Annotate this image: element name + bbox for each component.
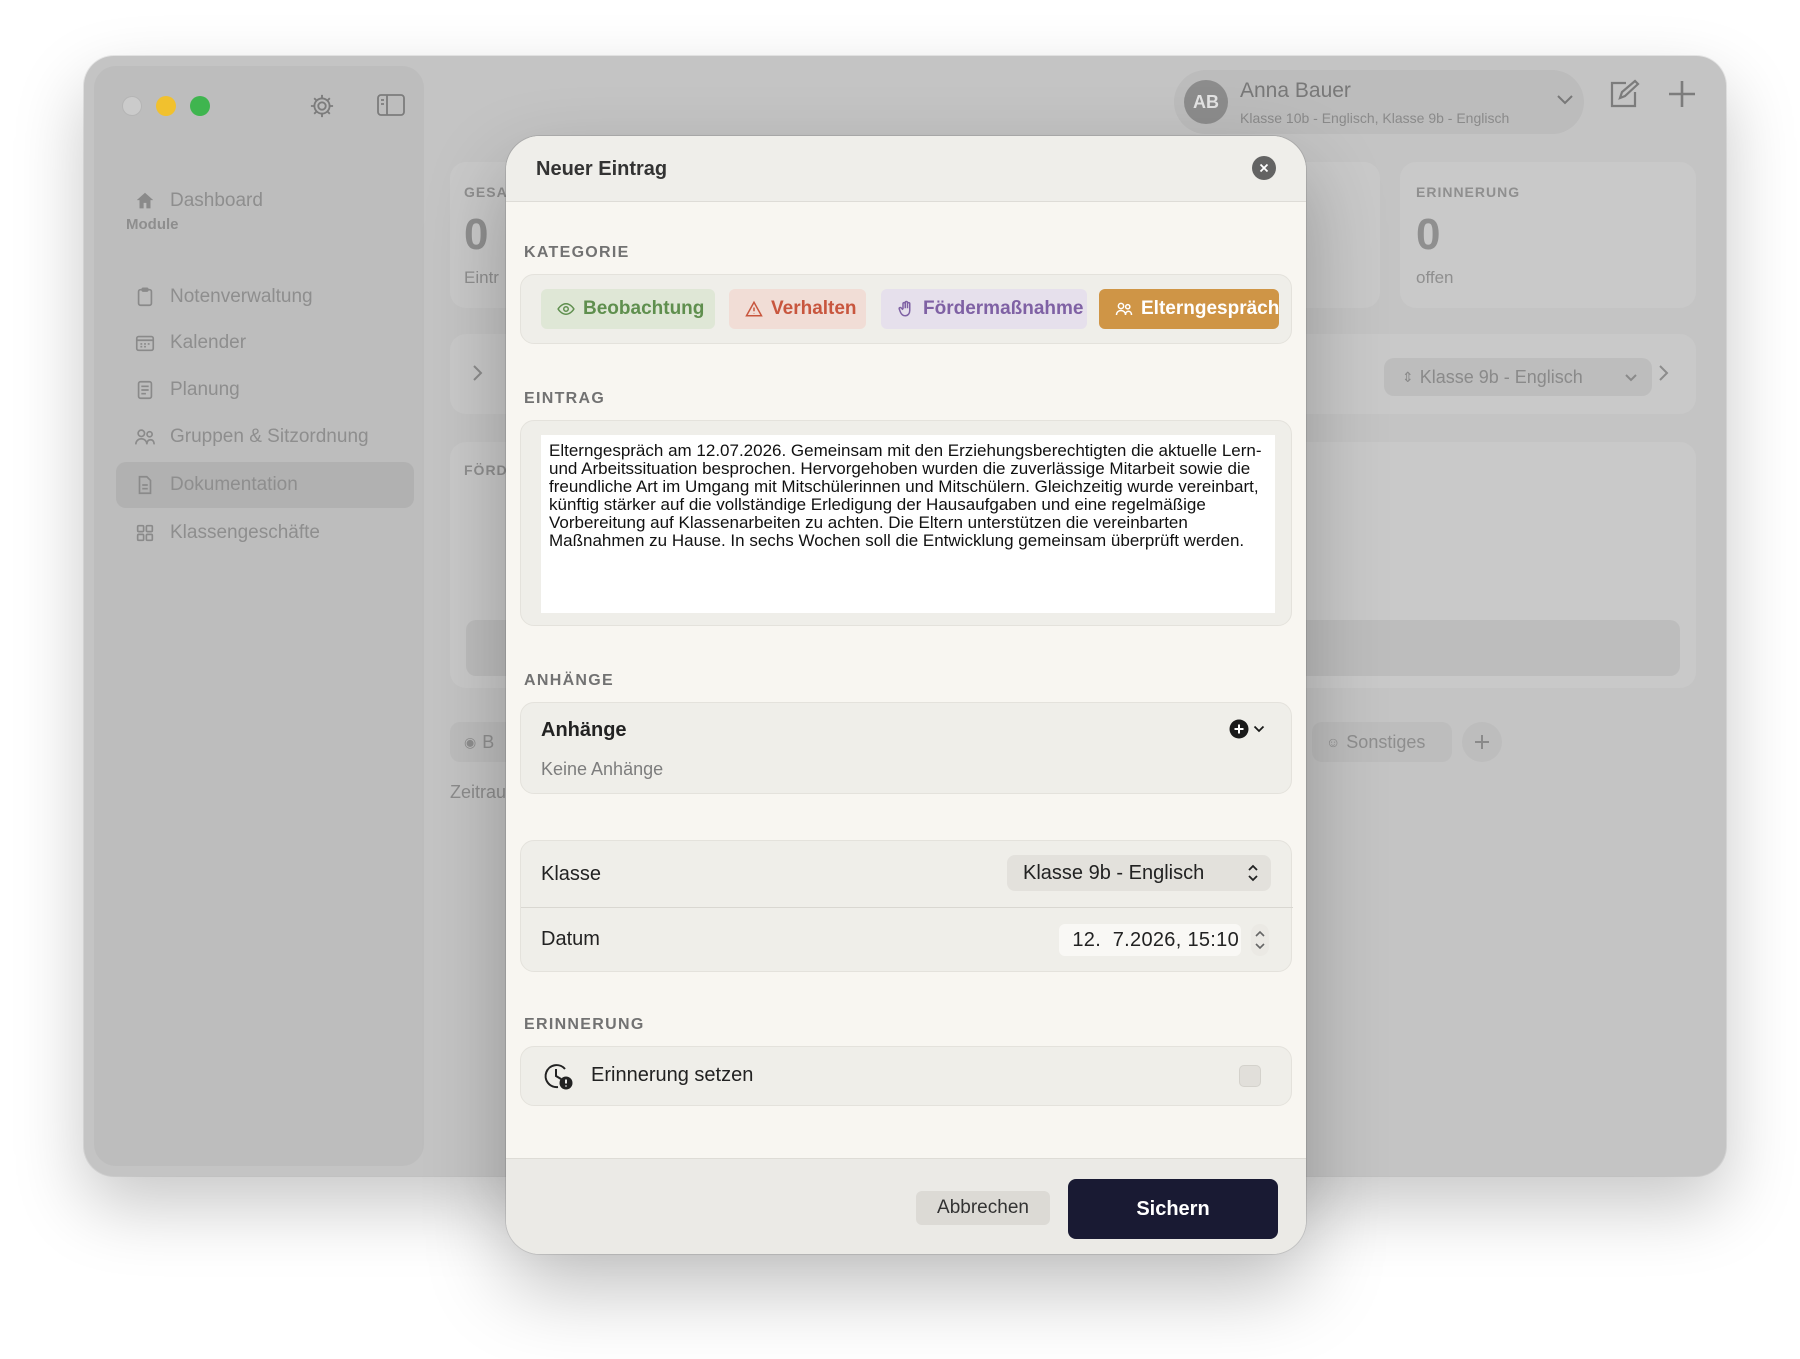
smile-icon: ☺ — [1326, 734, 1341, 750]
clock-alert-icon — [544, 1064, 573, 1090]
document-list-icon — [137, 380, 153, 400]
add-attachment-button[interactable] — [1229, 719, 1265, 739]
chevron-right-icon[interactable] — [1658, 364, 1670, 382]
compose-icon[interactable] — [1606, 78, 1640, 117]
sidebar-item-label: Klassengeschäfte — [170, 522, 320, 543]
window-zoom-button[interactable] — [190, 96, 210, 116]
entry-text-panel: Elterngespräch am 12.07.2026. Gemeinsam … — [520, 420, 1292, 626]
chevron-right-icon[interactable] — [472, 364, 484, 382]
people-icon — [135, 429, 155, 445]
sidebar-item-label: Kalender — [170, 332, 247, 353]
sidebar: Dashboard Module Notenverwaltung Kalende… — [94, 66, 424, 1166]
sidebar-item-notenverwaltung[interactable]: Notenverwaltung — [124, 274, 422, 320]
entry-textarea[interactable]: Elterngespräch am 12.07.2026. Gemeinsam … — [541, 435, 1275, 613]
chevron-down-icon — [1557, 95, 1573, 105]
datum-label: Datum — [541, 928, 600, 950]
plus-icon — [1475, 735, 1489, 749]
category-foerdermassnahme[interactable]: Fördermaßnahme — [881, 289, 1087, 329]
sidebar-item-label: Gruppen & Sitzordnung — [170, 426, 369, 447]
sidebar-section-label: Module — [126, 216, 179, 233]
user-classes: Klasse 10b - Englisch, Klasse 9b - Engli… — [1240, 110, 1510, 126]
chevron-down-icon — [1625, 374, 1637, 382]
people-icon — [1115, 302, 1133, 316]
set-reminder-checkbox[interactable] — [1239, 1065, 1261, 1087]
stat-card-reminder: ERINNERUNG 0 offen — [1400, 162, 1696, 308]
calendar-icon — [135, 335, 155, 352]
sidebar-item-dokumentation[interactable]: Dokumentation — [116, 462, 414, 508]
gear-icon[interactable] — [308, 92, 336, 125]
sidebar-item-gruppen[interactable]: Gruppen & Sitzordnung — [124, 414, 422, 460]
category-verhalten[interactable]: Verhalten — [729, 289, 866, 329]
add-filter-button[interactable] — [1462, 722, 1502, 762]
attachments-title: Anhänge — [541, 719, 627, 741]
erinnerung-section-label: ERINNERUNG — [524, 1016, 645, 1033]
window-close-button[interactable] — [122, 96, 142, 116]
document-icon — [138, 475, 152, 495]
sidebar-item-label: Planung — [170, 379, 240, 400]
eintrag-section-label: EINTRAG — [524, 390, 606, 407]
clipboard-icon — [137, 287, 153, 307]
anhaenge-section-label: ANHÄNGE — [524, 672, 614, 689]
sidebar-item-label: Dokumentation — [170, 474, 298, 495]
dialog-title: Neuer Eintrag — [536, 158, 668, 180]
grid-icon — [136, 524, 154, 542]
hand-icon — [898, 300, 911, 317]
category-beobachtung[interactable]: Beobachtung — [541, 289, 715, 329]
close-icon[interactable] — [1252, 156, 1276, 180]
dialog-header: Neuer Eintrag — [506, 136, 1306, 202]
set-reminder-label: Erinnerung setzen — [591, 1064, 754, 1086]
user-switcher[interactable]: AB Anna Bauer Klasse 10b - Englisch, Kla… — [1174, 70, 1584, 134]
date-stepper[interactable] — [1249, 923, 1271, 957]
attachments-panel: Anhänge Keine Anhänge — [520, 702, 1292, 794]
sidebar-item-label: Dashboard — [170, 190, 263, 211]
eye-icon: ◉ — [464, 733, 477, 750]
warning-icon — [745, 300, 763, 317]
filter-pill-sonstiges[interactable]: ☺ Sonstiges — [1312, 722, 1452, 762]
user-name: Anna Bauer — [1240, 79, 1351, 102]
save-button[interactable]: Sichern — [1068, 1179, 1278, 1239]
category-picker: Beobachtung Verhalten Fördermaßnahme Elt… — [520, 274, 1292, 344]
plus-icon[interactable] — [1666, 78, 1698, 115]
sidebar-item-kalender[interactable]: Kalender — [124, 320, 422, 366]
zeitraum-label: Zeitrau — [450, 782, 507, 802]
updown-icon: ⇕ — [1402, 368, 1414, 385]
sidebar-item-label: Notenverwaltung — [170, 286, 313, 307]
klasse-label: Klasse — [541, 863, 602, 885]
chevron-down-icon — [1253, 725, 1265, 733]
eye-icon — [557, 302, 575, 316]
house-icon — [136, 192, 154, 209]
sidebar-item-planung[interactable]: Planung — [124, 367, 422, 413]
window-minimize-button[interactable] — [156, 96, 176, 116]
dialog-footer: Abbrechen Sichern — [506, 1158, 1306, 1254]
class-filter-select[interactable]: ⇕ Klasse 9b - Englisch — [1384, 358, 1652, 396]
kategorie-section-label: KATEGORIE — [524, 244, 630, 261]
updown-chevron-icon — [1248, 864, 1258, 882]
class-date-panel: Klasse Klasse 9b - Englisch Datum 12. 7.… — [520, 840, 1293, 972]
date-time-field[interactable]: 12. 7.2026, 15:10 — [1059, 924, 1241, 956]
sidebar-toggle-icon[interactable] — [376, 92, 406, 123]
new-entry-dialog: Neuer Eintrag KATEGORIE Beobachtung Verh… — [506, 136, 1306, 1254]
row-divider — [521, 907, 1293, 908]
klasse-select[interactable]: Klasse 9b - Englisch — [1007, 855, 1271, 891]
reminder-panel: Erinnerung setzen — [520, 1046, 1292, 1106]
cancel-button[interactable]: Abbrechen — [916, 1191, 1050, 1225]
sidebar-item-klassengeschaefte[interactable]: Klassengeschäfte — [124, 510, 422, 556]
avatar: AB — [1184, 80, 1228, 124]
plus-circle-icon — [1229, 719, 1249, 739]
no-attachments-text: Keine Anhänge — [541, 759, 664, 779]
category-elterngespraech[interactable]: Elterngespräch — [1099, 289, 1279, 329]
